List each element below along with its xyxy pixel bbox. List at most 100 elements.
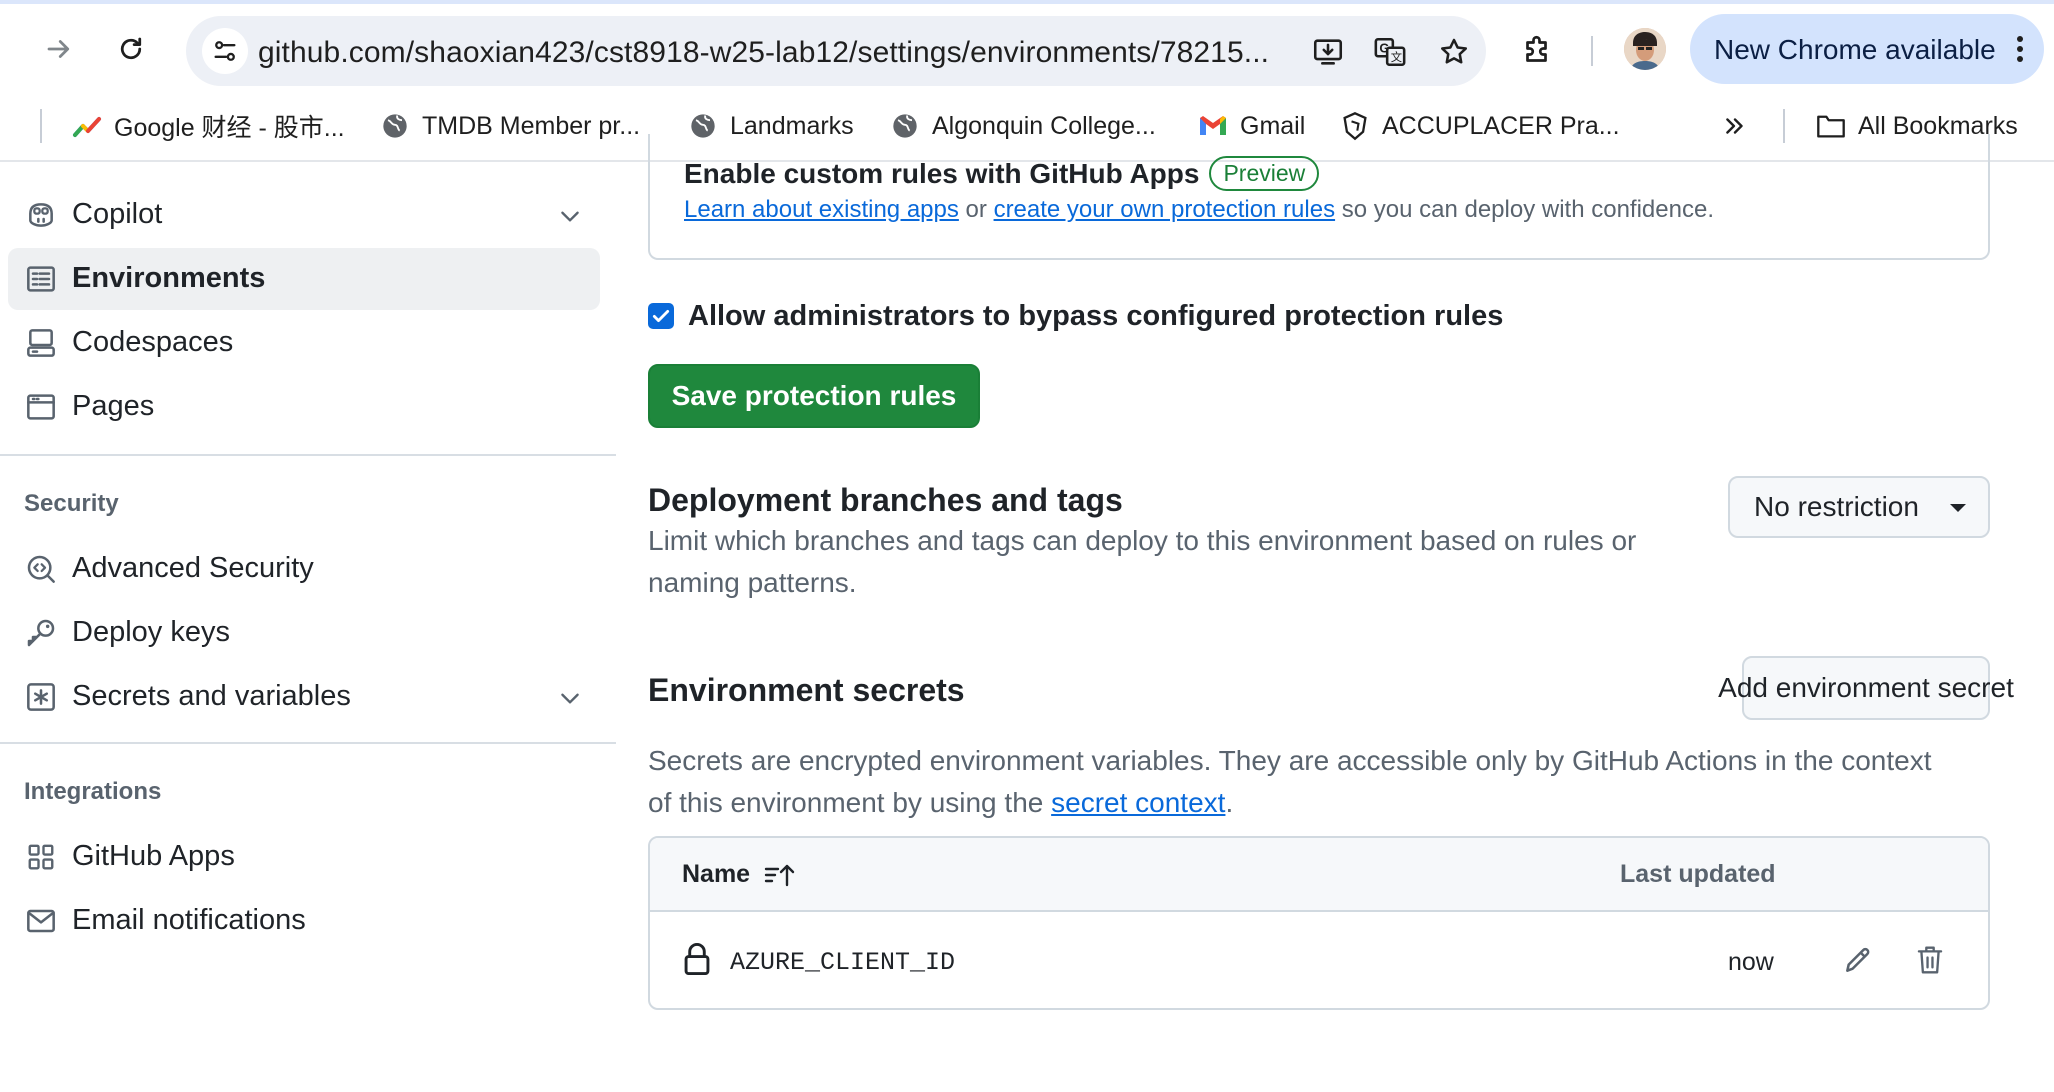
secret-context-link[interactable]: secret context: [1051, 787, 1225, 818]
new-chrome-available-button[interactable]: New Chrome available: [1690, 14, 2044, 84]
deployment-desc-line1: Limit which branches and tags can deploy…: [648, 525, 1637, 556]
chevron-down-icon[interactable]: [556, 684, 584, 712]
apps-shortcut[interactable]: [0, 107, 12, 145]
deployment-branches-title: Deployment branches and tags: [648, 482, 1123, 518]
deployment-branches-description: Limit which branches and tags can deploy…: [648, 520, 1636, 604]
secret-name: AZURE_CLIENT_ID: [730, 948, 956, 977]
preview-badge: Preview: [1209, 156, 1320, 191]
extensions-button[interactable]: [1518, 30, 1558, 70]
pencil-icon: [1846, 947, 1870, 972]
avatar-icon: [1624, 28, 1666, 70]
name-column-header[interactable]: Name: [682, 860, 798, 889]
sidebar-divider: [0, 742, 616, 744]
codespaces-icon: [24, 326, 58, 360]
sidebar-item-secrets-and-variables[interactable]: Secrets and variables: [8, 666, 600, 728]
bypass-label: Allow administrators to bypass configure…: [688, 299, 1504, 332]
deployment-restriction-dropdown[interactable]: No restriction: [1728, 476, 1990, 538]
sidebar-item-codespaces[interactable]: Codespaces: [8, 312, 600, 374]
globe-icon: [380, 111, 410, 141]
sidebar-item-label: Copilot: [72, 198, 163, 230]
secrets-desc-post: .: [1225, 787, 1234, 818]
add-environment-secret-button[interactable]: Add environment secret: [1718, 656, 2014, 720]
star-icon: [1441, 38, 1467, 64]
toolbar-divider: [1591, 36, 1593, 66]
restriction-value: No restriction: [1754, 491, 1919, 522]
custom-rules-description: Learn about existing apps or create your…: [684, 196, 1714, 224]
grid-icon: [0, 111, 12, 141]
profile-avatar[interactable]: [1624, 28, 1666, 70]
codescan-icon: [24, 552, 58, 586]
sidebar-item-label: Pages: [72, 390, 155, 422]
environments-icon: [24, 262, 58, 296]
save-protection-rules-button[interactable]: Save protection rules: [648, 364, 980, 428]
bookmark-label: Google 财经 - 股市...: [114, 114, 345, 142]
key-icon: [24, 616, 58, 650]
kebab-menu-icon[interactable]: [2010, 32, 2030, 66]
bookmark-google-finance[interactable]: Google 财经 - 股市...: [72, 107, 345, 145]
sidebar-heading-integrations: Integrations: [24, 778, 162, 805]
sidebar-heading-security: Security: [24, 490, 119, 517]
cut-off-icon: [26, 160, 56, 172]
sort-ascending-icon: [764, 864, 795, 886]
address-bar[interactable]: github.com/shaoxian423/cst8918-w25-lab12…: [186, 16, 1486, 86]
url-text[interactable]: github.com/shaoxian423/cst8918-w25-lab12…: [258, 36, 1269, 70]
arrow-right-icon: [47, 40, 70, 58]
mail-icon: [24, 904, 58, 938]
delete-secret-button[interactable]: [1910, 940, 1950, 980]
edit-secret-button[interactable]: [1838, 940, 1878, 980]
environment-secrets-title: Environment secrets: [648, 672, 965, 708]
forward-button[interactable]: [36, 26, 82, 72]
secrets-desc-line2: of this environment by using the secret …: [648, 782, 1931, 824]
sidebar-item-label: Environments: [72, 262, 266, 294]
sidebar-item-github-apps[interactable]: GitHub Apps: [8, 826, 600, 888]
bookmarks-divider: [40, 109, 42, 143]
name-column-label: Name: [682, 860, 751, 888]
caret-down-icon: [1950, 504, 1966, 512]
pages-icon: [24, 390, 58, 424]
sidebar-item-advanced-security[interactable]: Advanced Security: [8, 538, 600, 600]
sidebar-divider: [0, 454, 616, 456]
table-row: AZURE_CLIENT_ID now: [650, 914, 1988, 1008]
custom-rules-title-text: Enable custom rules with GitHub Apps: [684, 157, 1200, 189]
apps-icon: [24, 840, 58, 874]
sidebar-item-label: GitHub Apps: [72, 840, 235, 872]
site-info-button[interactable]: [202, 28, 248, 74]
secrets-description: Secrets are encrypted environment variab…: [648, 740, 1931, 824]
create-protection-rules-link[interactable]: create your own protection rules: [994, 196, 1336, 223]
sidebar-item-deploy-keys[interactable]: Deploy keys: [8, 602, 600, 664]
sidebar-item-email-notifications[interactable]: Email notifications: [8, 890, 600, 952]
sidebar-item-label: Email notifications: [72, 904, 306, 936]
custom-rules-box: Enable custom rules with GitHub Apps Pre…: [648, 134, 1990, 260]
copilot-icon: [24, 198, 58, 232]
tune-icon: [214, 41, 236, 61]
translate-button[interactable]: G文: [1372, 34, 1408, 70]
environment-settings-main: Enable custom rules with GitHub Apps Pre…: [648, 134, 2014, 1092]
learn-existing-apps-link[interactable]: Learn about existing apps: [684, 196, 959, 223]
secret-last-updated: now: [1728, 948, 1774, 976]
custom-rules-title: Enable custom rules with GitHub Apps Pre…: [684, 156, 1320, 191]
sidebar-item-label: Advanced Security: [72, 552, 314, 584]
svg-text:文: 文: [1391, 50, 1402, 64]
reload-icon: [120, 37, 142, 60]
secrets-table: Name Last updated AZURE_CLIENT_ID now: [648, 836, 1990, 1010]
secrets-desc-line1: Secrets are encrypted environment variab…: [648, 745, 1932, 776]
chevron-down-icon[interactable]: [556, 202, 584, 230]
translate-icon: G文: [1374, 37, 1406, 67]
sidebar-item-copilot[interactable]: Copilot: [8, 184, 600, 246]
deployment-desc-line2: naming patterns.: [648, 567, 857, 598]
install-app-button[interactable]: [1310, 34, 1346, 70]
trash-icon: [1917, 946, 1943, 974]
last-updated-column-header: Last updated: [1620, 860, 1776, 888]
bookmark-tmdb[interactable]: TMDB Member pr...: [380, 107, 640, 145]
sidebar-item-label: Deploy keys: [72, 616, 230, 648]
sidebar-item-environments[interactable]: Environments: [8, 248, 600, 310]
reload-button[interactable]: [108, 26, 154, 72]
bookmark-star-button[interactable]: [1436, 34, 1472, 70]
check-icon: [652, 310, 670, 322]
puzzle-icon: [1526, 35, 1547, 62]
sidebar-item-pages[interactable]: Pages: [8, 376, 600, 438]
new-chrome-label: New Chrome available: [1714, 34, 1996, 65]
bypass-checkbox[interactable]: [648, 303, 674, 329]
asterisk-icon: [24, 680, 58, 714]
install-icon: [1313, 39, 1343, 65]
